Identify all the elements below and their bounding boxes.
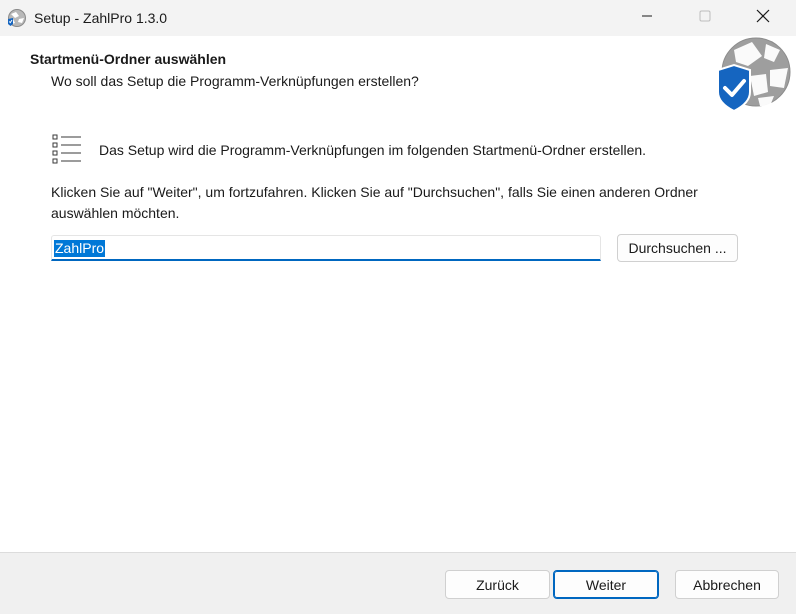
next-button[interactable]: Weiter [553, 570, 659, 599]
page-subtitle: Wo soll das Setup die Programm-Verknüpfu… [51, 73, 419, 89]
start-menu-folder-input[interactable]: ZahlPro [51, 235, 601, 261]
cancel-button[interactable]: Abbrechen [675, 570, 779, 599]
setup-globe-icon [7, 8, 27, 28]
title-bar[interactable]: Setup - ZahlPro 1.3.0 [0, 0, 796, 36]
folder-description: Das Setup wird die Programm-Verknüpfunge… [99, 142, 647, 158]
window-title: Setup - ZahlPro 1.3.0 [34, 10, 168, 26]
browse-button[interactable]: Durchsuchen ... [617, 234, 738, 262]
folder-input-value[interactable]: ZahlPro [54, 240, 106, 257]
page-title: Startmenü-Ordner auswählen [30, 51, 227, 67]
maximize-icon [699, 9, 711, 27]
close-icon [756, 9, 770, 28]
list-icon [52, 133, 82, 165]
minimize-icon [641, 9, 653, 27]
instructions-text: Klicken Sie auf "Weiter", um fortzufahre… [51, 184, 698, 221]
maximize-button[interactable] [682, 0, 728, 36]
setup-window: Setup - ZahlPro 1.3.0 Startmenü-Ordner a… [0, 0, 796, 614]
globe-shield-check-icon [714, 36, 792, 113]
close-button[interactable] [740, 0, 786, 36]
minimize-button[interactable] [624, 0, 670, 36]
back-button[interactable]: Zurück [445, 570, 550, 599]
